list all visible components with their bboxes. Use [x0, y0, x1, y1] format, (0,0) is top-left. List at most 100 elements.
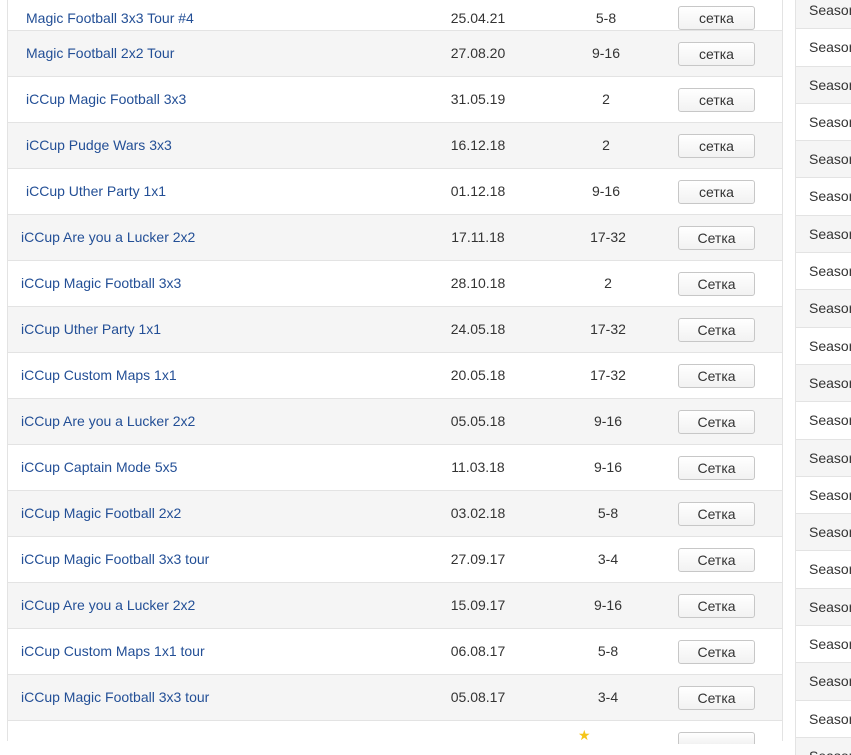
table-row: ★: [8, 721, 782, 744]
season-item[interactable]: Season: [796, 253, 851, 291]
grid-button[interactable]: Сетка: [678, 548, 755, 572]
tournament-link[interactable]: iCCup Custom Maps 1x1: [21, 353, 177, 398]
tournament-place: 9-16: [591, 183, 621, 199]
tournament-date: 11.03.18: [451, 459, 505, 475]
table-row: iCCup Uther Party 1x1 24.05.18 17-32 Сет…: [8, 307, 782, 353]
grid-button[interactable]: сетка: [678, 42, 755, 66]
table-row: Magic Football 3x3 Tour #4 25.04.21 5-8 …: [8, 0, 782, 31]
grid-button[interactable]: сетка: [678, 6, 755, 30]
tournament-place: 17-32: [590, 229, 626, 245]
tournament-link[interactable]: iCCup Are you a Lucker 2x2: [21, 583, 195, 628]
tournament-place: 2: [602, 137, 610, 153]
tournament-date: 31.05.19: [450, 91, 506, 107]
tournament-link[interactable]: iCCup Uther Party 1x1: [26, 169, 166, 214]
tournament-date: 25.04.21: [450, 10, 506, 26]
season-item[interactable]: Season: [796, 551, 851, 589]
table-row: Magic Football 2x2 Tour 27.08.20 9-16 се…: [8, 31, 782, 77]
table-row: iCCup Magic Football 3x3 28.10.18 2 Сетк…: [8, 261, 782, 307]
tournament-link[interactable]: Magic Football 2x2 Tour: [26, 31, 174, 76]
tournament-date: 16.12.18: [450, 137, 506, 153]
season-item[interactable]: Season: [796, 588, 851, 627]
tournament-place: 9-16: [593, 597, 623, 613]
tournament-date: 24.05.18: [450, 321, 506, 337]
tournaments-table: Magic Football 3x3 Tour #4 25.04.21 5-8 …: [7, 0, 783, 744]
tournament-place: 5-8: [597, 505, 619, 521]
tournament-place: 9-16: [593, 413, 623, 429]
tournament-date: 27.09.17: [450, 551, 506, 567]
table-row: iCCup Uther Party 1x1 01.12.18 9-16 сетк…: [8, 169, 782, 215]
tournament-date: 06.08.17: [450, 643, 506, 659]
season-item[interactable]: Season: [796, 0, 851, 30]
tournament-place: 5-8: [597, 643, 619, 659]
season-item[interactable]: Season: [796, 29, 851, 67]
tournament-date: 15.09.17: [450, 597, 506, 613]
table-row: iCCup Are you a Lucker 2x2 05.05.18 9-16…: [8, 399, 782, 445]
grid-button[interactable]: Сетка: [678, 640, 755, 664]
season-item[interactable]: Season: [796, 327, 851, 365]
tournament-place: 3-4: [597, 689, 619, 705]
tournament-link[interactable]: iCCup Magic Football 3x3: [26, 77, 186, 122]
tournament-link[interactable]: iCCup Captain Mode 5x5: [21, 445, 177, 490]
season-item[interactable]: Season: [796, 103, 851, 142]
season-item[interactable]: Season: [796, 364, 851, 403]
season-item[interactable]: Season: [796, 700, 851, 738]
tournament-link[interactable]: iCCup Magic Football 3x3 tour: [21, 675, 209, 720]
tournament-place: 5-8: [595, 10, 617, 26]
grid-button[interactable]: Сетка: [678, 686, 755, 710]
tournament-date: 03.02.18: [450, 505, 506, 521]
tournament-link[interactable]: iCCup Magic Football 3x3: [21, 261, 181, 306]
table-row: iCCup Magic Football 3x3 tour 27.09.17 3…: [8, 537, 782, 583]
table-row: iCCup Are you a Lucker 2x2 17.11.18 17-3…: [8, 215, 782, 261]
season-item[interactable]: Season: [796, 66, 851, 104]
season-item[interactable]: Season: [796, 439, 851, 477]
grid-button[interactable]: Сетка: [678, 594, 755, 618]
table-row: iCCup Magic Football 3x3 tour 05.08.17 3…: [8, 675, 782, 721]
tournament-place: 2: [604, 275, 612, 291]
table-row: iCCup Custom Maps 1x1 tour 06.08.17 5-8 …: [8, 629, 782, 675]
table-row: iCCup Magic Football 3x3 31.05.19 2 сетк…: [8, 77, 782, 123]
tournament-place: 17-32: [590, 367, 626, 383]
tournament-date: 27.08.20: [450, 45, 506, 61]
tournament-link[interactable]: iCCup Pudge Wars 3x3: [26, 123, 172, 168]
tournament-link[interactable]: iCCup Magic Football 3x3 tour: [21, 537, 209, 582]
season-item[interactable]: Season: [796, 663, 851, 701]
grid-button[interactable]: Сетка: [678, 456, 755, 480]
tournament-place: 3-4: [597, 551, 619, 567]
season-item[interactable]: Season: [796, 290, 851, 328]
tournament-link[interactable]: Magic Football 3x3 Tour #4: [26, 0, 194, 30]
grid-button[interactable]: сетка: [678, 88, 755, 112]
season-item[interactable]: Season: [796, 476, 851, 515]
grid-button[interactable]: Сетка: [678, 364, 755, 388]
tournament-link[interactable]: iCCup Magic Football 2x2: [21, 491, 181, 536]
star-icon: ★: [578, 727, 591, 743]
grid-button[interactable]: сетка: [678, 180, 755, 204]
table-row: iCCup Custom Maps 1x1 20.05.18 17-32 Сет…: [8, 353, 782, 399]
season-item[interactable]: Season: [796, 215, 851, 254]
season-item[interactable]: Season: [796, 178, 851, 216]
grid-button[interactable]: [678, 732, 755, 744]
grid-button[interactable]: Сетка: [678, 226, 755, 250]
tournament-place: 9-16: [591, 45, 621, 61]
tournament-link[interactable]: iCCup Custom Maps 1x1 tour: [21, 629, 205, 674]
grid-button[interactable]: Сетка: [678, 272, 755, 296]
grid-button[interactable]: Сетка: [678, 502, 755, 526]
grid-button[interactable]: Сетка: [678, 410, 755, 434]
season-item[interactable]: Season: [796, 737, 851, 755]
tournament-link[interactable]: iCCup Are you a Lucker 2x2: [21, 399, 195, 444]
season-item[interactable]: Season: [796, 141, 851, 179]
seasons-column: SeasonSeasonSeasonSeasonSeasonSeasonSeas…: [795, 0, 851, 755]
tournament-place: 17-32: [590, 321, 626, 337]
tournament-date: 17.11.18: [451, 229, 505, 245]
table-row: iCCup Are you a Lucker 2x2 15.09.17 9-16…: [8, 583, 782, 629]
tournament-link[interactable]: iCCup Uther Party 1x1: [21, 307, 161, 352]
season-item[interactable]: Season: [796, 514, 851, 552]
table-row: iCCup Captain Mode 5x5 11.03.18 9-16 Сет…: [8, 445, 782, 491]
table-row: iCCup Pudge Wars 3x3 16.12.18 2 сетка: [8, 123, 782, 169]
season-item[interactable]: Season: [796, 626, 851, 664]
table-row: iCCup Magic Football 2x2 03.02.18 5-8 Се…: [8, 491, 782, 537]
tournament-link[interactable]: iCCup Are you a Lucker 2x2: [21, 215, 195, 260]
grid-button[interactable]: Сетка: [678, 318, 755, 342]
tournament-date: 28.10.18: [450, 275, 506, 291]
grid-button[interactable]: сетка: [678, 134, 755, 158]
season-item[interactable]: Season: [796, 402, 851, 440]
